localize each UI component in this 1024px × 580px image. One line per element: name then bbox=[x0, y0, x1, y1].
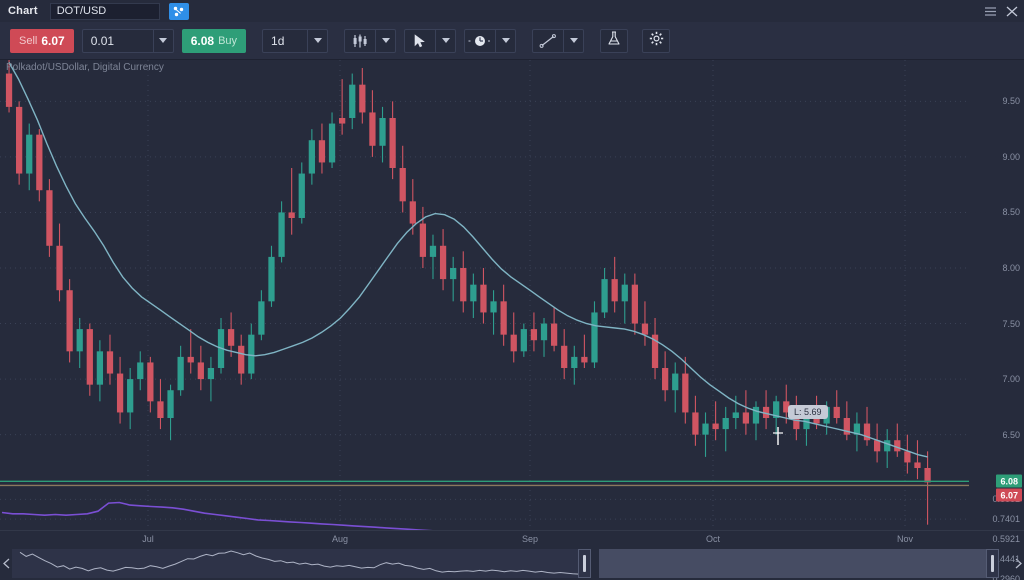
range-handle-right[interactable] bbox=[986, 549, 999, 578]
settings-button[interactable] bbox=[642, 29, 670, 53]
timeframe-dropdown[interactable]: 1d bbox=[262, 29, 328, 53]
low-price-tooltip: L: 5.69 bbox=[788, 405, 828, 419]
chart-range-scrollbar[interactable] bbox=[0, 547, 1024, 580]
quantity-value: 0.01 bbox=[83, 34, 153, 48]
price-axis-label: 8.00 bbox=[1002, 263, 1020, 273]
sell-price: 6.07 bbox=[41, 34, 64, 48]
time-axis-label: Oct bbox=[706, 534, 720, 544]
price-axis-label: 9.50 bbox=[1002, 96, 1020, 106]
symbol-input[interactable]: DOT/USD bbox=[50, 3, 160, 20]
close-icon[interactable] bbox=[1006, 6, 1018, 17]
range-handle-left[interactable] bbox=[578, 549, 591, 578]
price-axis-label: 7.00 bbox=[1002, 374, 1020, 384]
indicator-axis-label: 0.5921 bbox=[992, 534, 1020, 544]
chevron-down-icon bbox=[495, 30, 515, 52]
chart-toolbar: Sell 6.07 0.01 6.08 Buy 1d bbox=[0, 22, 1024, 60]
trendline-icon bbox=[533, 30, 563, 52]
sell-label: Sell bbox=[19, 35, 37, 47]
title-bar: Chart DOT/USD bbox=[0, 0, 1024, 22]
time-axis-label: Aug bbox=[332, 534, 348, 544]
quantity-dropdown[interactable]: 0.01 bbox=[82, 29, 174, 53]
line-tool-selector[interactable] bbox=[532, 29, 584, 53]
price-axis[interactable]: 9.509.008.508.007.507.006.500.88810.7401… bbox=[969, 60, 1024, 547]
indicators-button[interactable] bbox=[600, 29, 628, 53]
sell-button[interactable]: Sell 6.07 bbox=[10, 29, 74, 53]
timeframe-value: 1d bbox=[263, 34, 307, 48]
time-tool-selector[interactable] bbox=[464, 29, 516, 53]
symbol-picker-icon[interactable] bbox=[169, 3, 189, 20]
buy-price: 6.08 bbox=[191, 34, 214, 48]
indicator-axis-label: 0.7401 bbox=[992, 514, 1020, 524]
chart-application-window: Chart DOT/USD bbox=[0, 0, 1024, 580]
symbol-value: DOT/USD bbox=[57, 5, 107, 17]
chart-canvas-area[interactable]: Polkadot/USDollar, Digital Currency 9.50… bbox=[0, 60, 1024, 547]
buy-button[interactable]: 6.08 Buy bbox=[182, 29, 246, 53]
gear-icon bbox=[649, 31, 664, 51]
buy-label: Buy bbox=[218, 35, 237, 47]
time-axis-label: Jul bbox=[142, 534, 154, 544]
scroll-left-icon[interactable] bbox=[0, 547, 12, 580]
price-axis-label: 7.50 bbox=[1002, 319, 1020, 329]
price-axis-label: 9.00 bbox=[1002, 152, 1020, 162]
cursor-tool-selector[interactable] bbox=[404, 29, 456, 53]
candlestick-icon bbox=[345, 30, 375, 52]
chevron-down-icon bbox=[153, 30, 173, 52]
price-axis-label: 8.50 bbox=[1002, 207, 1020, 217]
chart-type-selector[interactable] bbox=[344, 29, 396, 53]
clock-icon bbox=[465, 30, 495, 52]
ask-price-tag[interactable]: 6.08 bbox=[996, 475, 1022, 488]
bid-price-tag[interactable]: 6.07 bbox=[996, 489, 1022, 502]
time-axis-label: Sep bbox=[522, 534, 538, 544]
window-title: Chart bbox=[8, 5, 38, 17]
window-controls bbox=[984, 0, 1018, 22]
time-axis-label: Nov bbox=[897, 534, 913, 544]
chevron-down-icon bbox=[435, 30, 455, 52]
hamburger-menu-icon[interactable] bbox=[984, 6, 997, 17]
range-track[interactable] bbox=[12, 547, 1012, 580]
overview-mini-chart bbox=[12, 547, 1012, 580]
chevron-down-icon bbox=[563, 30, 583, 52]
price-axis-label: 6.50 bbox=[1002, 430, 1020, 440]
chart-legend: Polkadot/USDollar, Digital Currency bbox=[6, 62, 164, 73]
time-axis[interactable]: Jul Aug Sep Oct Nov bbox=[0, 530, 1024, 547]
flask-icon bbox=[607, 31, 621, 51]
cursor-arrow-icon bbox=[405, 30, 435, 52]
chevron-down-icon bbox=[307, 30, 327, 52]
chevron-down-icon bbox=[375, 30, 395, 52]
price-chart-svg bbox=[0, 60, 1024, 547]
